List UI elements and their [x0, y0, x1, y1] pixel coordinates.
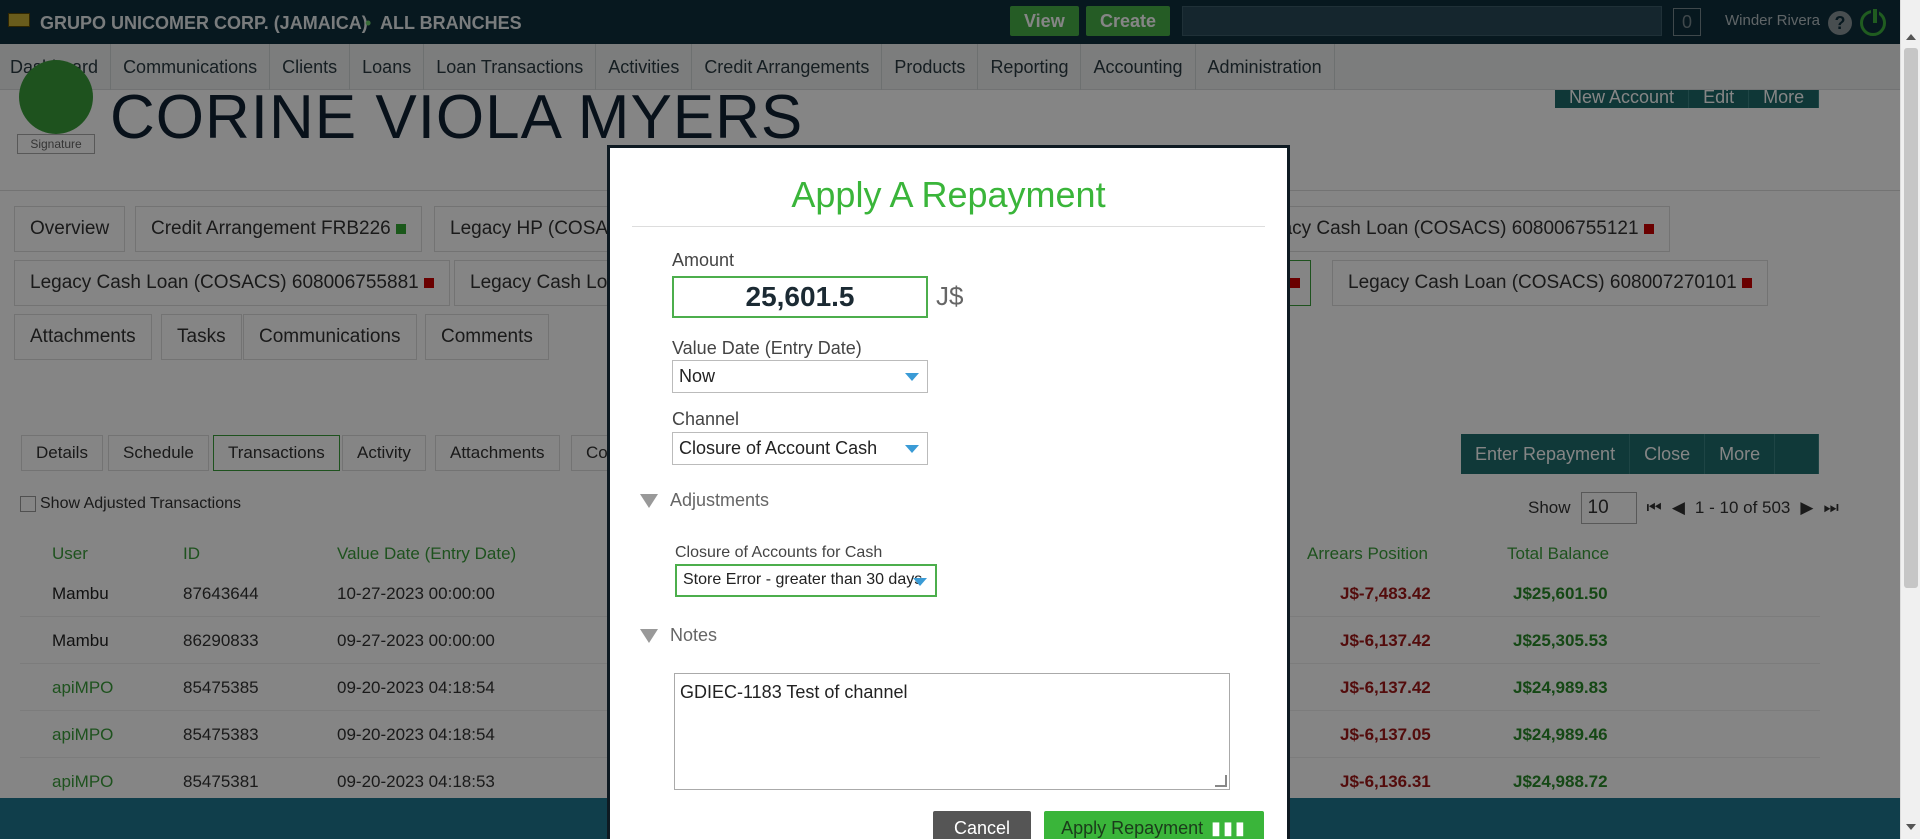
dialog-title: Apply A Repayment: [791, 174, 1106, 215]
adjustments-toggle[interactable]: Adjustments: [640, 490, 769, 511]
chevron-down-icon: [913, 578, 927, 586]
page-scrollbar[interactable]: [1900, 0, 1920, 839]
closure-select[interactable]: Store Error - greater than 30 days: [675, 564, 937, 597]
loading-icon: ▮▮▮: [1211, 818, 1247, 838]
collapse-icon: [640, 494, 658, 509]
closure-value: Store Error - greater than 30 days: [683, 571, 923, 588]
notes-label: Notes: [670, 625, 718, 645]
chevron-down-icon: [905, 373, 919, 381]
apply-label: Apply Repayment: [1061, 818, 1204, 838]
amount-label: Amount: [672, 250, 735, 270]
currency-label: J$: [936, 281, 964, 311]
notes-toggle[interactable]: Notes: [640, 625, 717, 646]
collapse-icon: [640, 629, 658, 644]
closure-label: Closure of Accounts for Cash: [675, 544, 883, 561]
channel-label: Channel: [672, 409, 740, 429]
dialog-divider: [632, 226, 1265, 227]
value-date-value: Now: [679, 366, 716, 386]
value-date-label: Value Date (Entry Date): [672, 338, 862, 358]
cancel-button[interactable]: Cancel: [933, 811, 1031, 839]
scroll-down-icon[interactable]: [1906, 824, 1916, 830]
channel-select[interactable]: Closure of Account Cash: [672, 432, 928, 465]
adjustments-label: Adjustments: [670, 490, 770, 510]
channel-value: Closure of Account Cash: [679, 438, 878, 458]
chevron-down-icon: [905, 445, 919, 453]
resize-handle-icon[interactable]: [1215, 775, 1227, 787]
amount-input[interactable]: 25,601.5: [672, 276, 928, 318]
apply-repayment-dialog: Apply A Repayment Amount 25,601.5 J$ Val…: [607, 145, 1290, 839]
notes-value: GDIEC-1183 Test of channel: [680, 682, 908, 702]
apply-repayment-button[interactable]: Apply Repayment ▮▮▮: [1044, 811, 1264, 839]
scroll-up-icon[interactable]: [1906, 34, 1916, 40]
notes-textarea[interactable]: GDIEC-1183 Test of channel: [674, 673, 1230, 790]
scroll-thumb[interactable]: [1904, 48, 1918, 588]
value-date-select[interactable]: Now: [672, 360, 928, 393]
